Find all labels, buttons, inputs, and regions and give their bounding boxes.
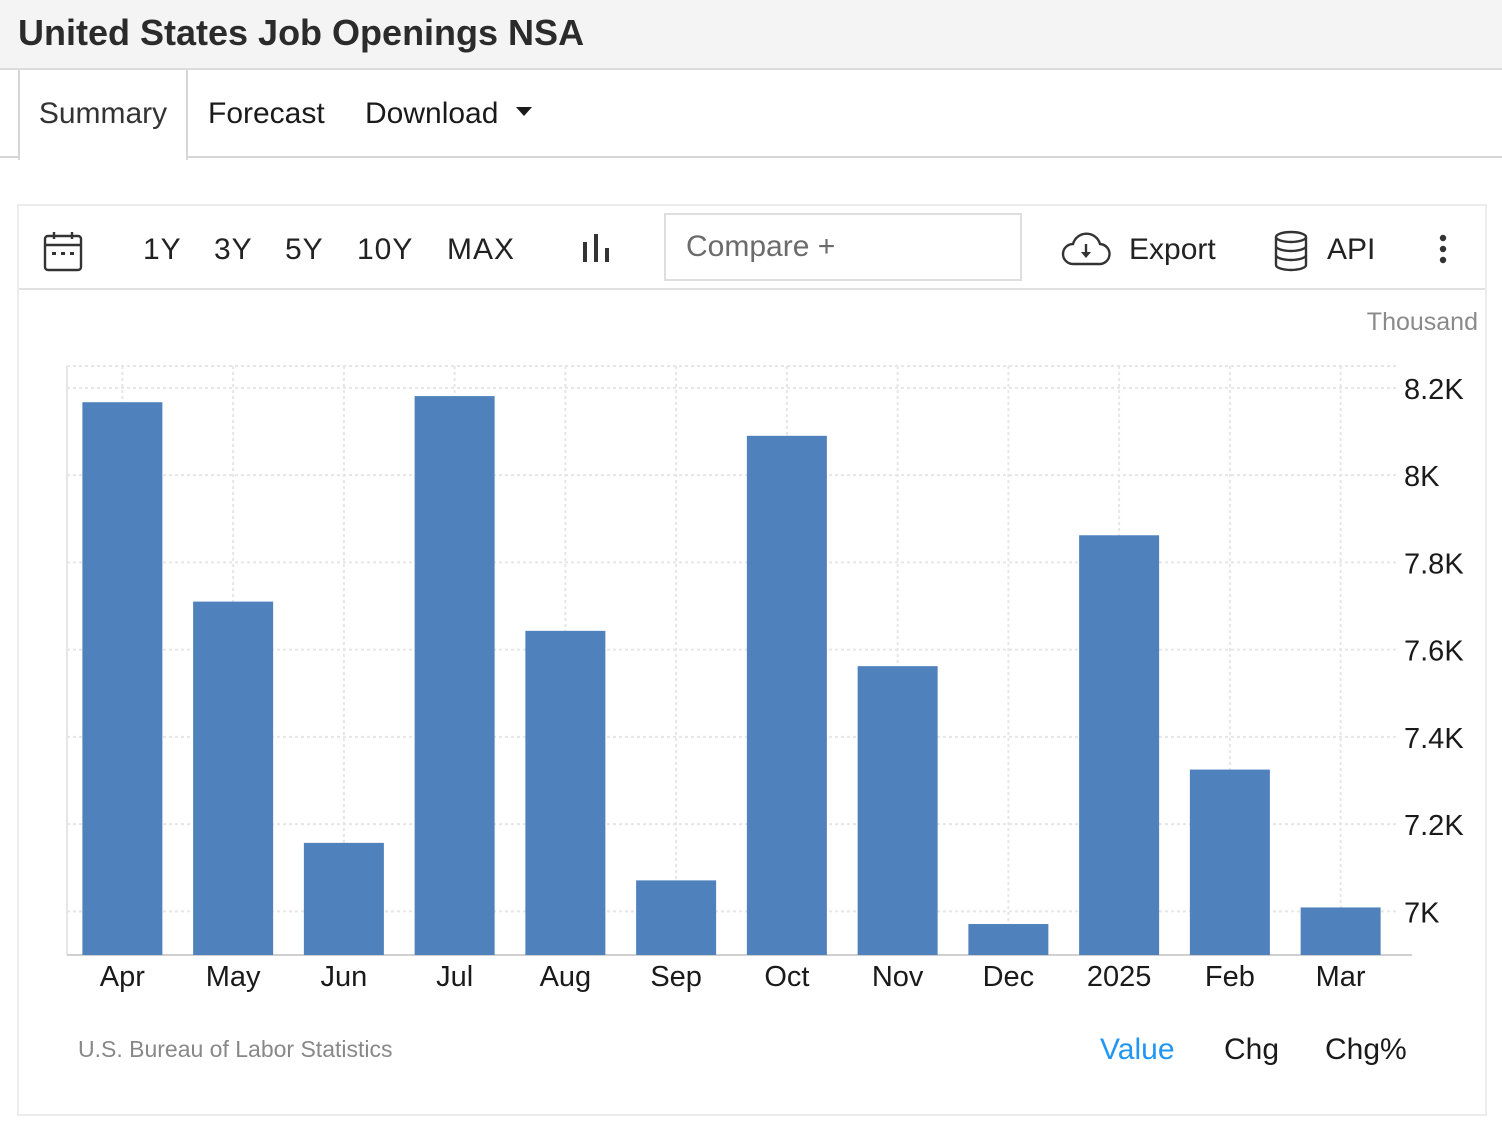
bar-dec	[968, 924, 1049, 955]
y-tick-label: 7.4K	[1404, 723, 1464, 755]
bar-sep	[636, 880, 717, 955]
bar-layer	[82, 396, 1381, 956]
bar-chart: 7K 7.2K 7.4K 7.6K 7.8K 8K 8.2K Apr May Jun Jul Aug S…	[66, 365, 1464, 993]
y-tick-label: 7.8K	[1404, 548, 1464, 580]
x-tick-label: Feb	[1205, 961, 1255, 993]
y-tick-label: 8.2K	[1404, 374, 1464, 406]
bar-feb	[1189, 769, 1270, 955]
bar-oct	[746, 435, 827, 956]
x-tick-label: Dec	[983, 961, 1035, 993]
bar-jul	[414, 396, 495, 955]
bar-aug	[525, 630, 606, 955]
view-chg-button[interactable]: Chg	[1224, 1033, 1279, 1067]
x-tick-label: Apr	[100, 961, 145, 993]
y-tick-label: 7.2K	[1404, 810, 1464, 842]
x-tick-label: Mar	[1316, 961, 1366, 993]
x-tick-label: May	[206, 961, 261, 993]
x-tick-label: Jun	[320, 961, 367, 993]
x-tick-label: Aug	[540, 961, 592, 993]
y-tick-label: 7.6K	[1404, 636, 1464, 668]
bar-apr	[82, 402, 163, 955]
bar-nov	[857, 666, 938, 955]
tab-summary[interactable]: Summary	[18, 70, 188, 160]
bar-mar	[1300, 907, 1381, 955]
x-tick-label: Sep	[650, 961, 702, 993]
x-tick-label: 2025	[1087, 961, 1152, 993]
source-label: U.S. Bureau of Labor Statistics	[78, 1036, 393, 1062]
view-value-button[interactable]: Value	[1100, 1033, 1175, 1067]
x-tick-label: Nov	[872, 961, 924, 993]
y-tick-label: 8K	[1404, 461, 1440, 493]
view-chg-pct-button[interactable]: Chg%	[1325, 1033, 1407, 1067]
bar-jun	[303, 842, 384, 955]
x-tick-label: Jul	[436, 961, 473, 993]
y-tick-label: 7K	[1404, 897, 1440, 929]
x-tick-label: Oct	[764, 961, 809, 993]
bar-may	[193, 601, 274, 955]
bar-2025	[1079, 535, 1160, 955]
